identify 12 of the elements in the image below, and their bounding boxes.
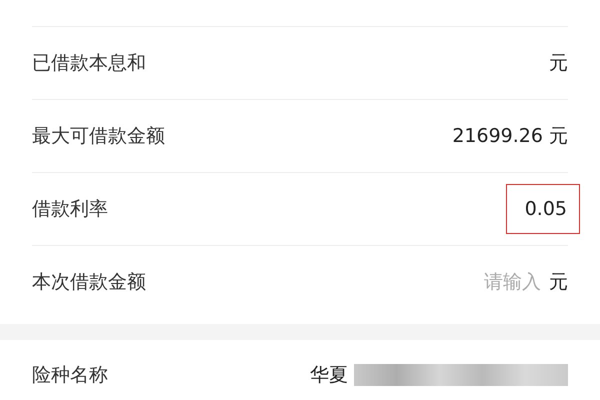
unit-label: 元 <box>549 270 568 295</box>
field-value: 21699.26 <box>452 125 543 147</box>
field-label: 已借款本息和 <box>32 51 146 76</box>
field-value: 0.05 <box>524 198 567 220</box>
field-label: 最大可借款金额 <box>32 124 165 149</box>
unit-label: 元 <box>549 124 568 149</box>
field-label: 险种名称 <box>32 363 108 388</box>
field-value: 华夏 <box>310 363 348 388</box>
unit-label: 元 <box>549 51 568 76</box>
amount-input[interactable]: 请输入 <box>463 270 543 294</box>
field-label: 本次借款金额 <box>32 270 146 295</box>
field-label: 借款利率 <box>32 197 108 222</box>
